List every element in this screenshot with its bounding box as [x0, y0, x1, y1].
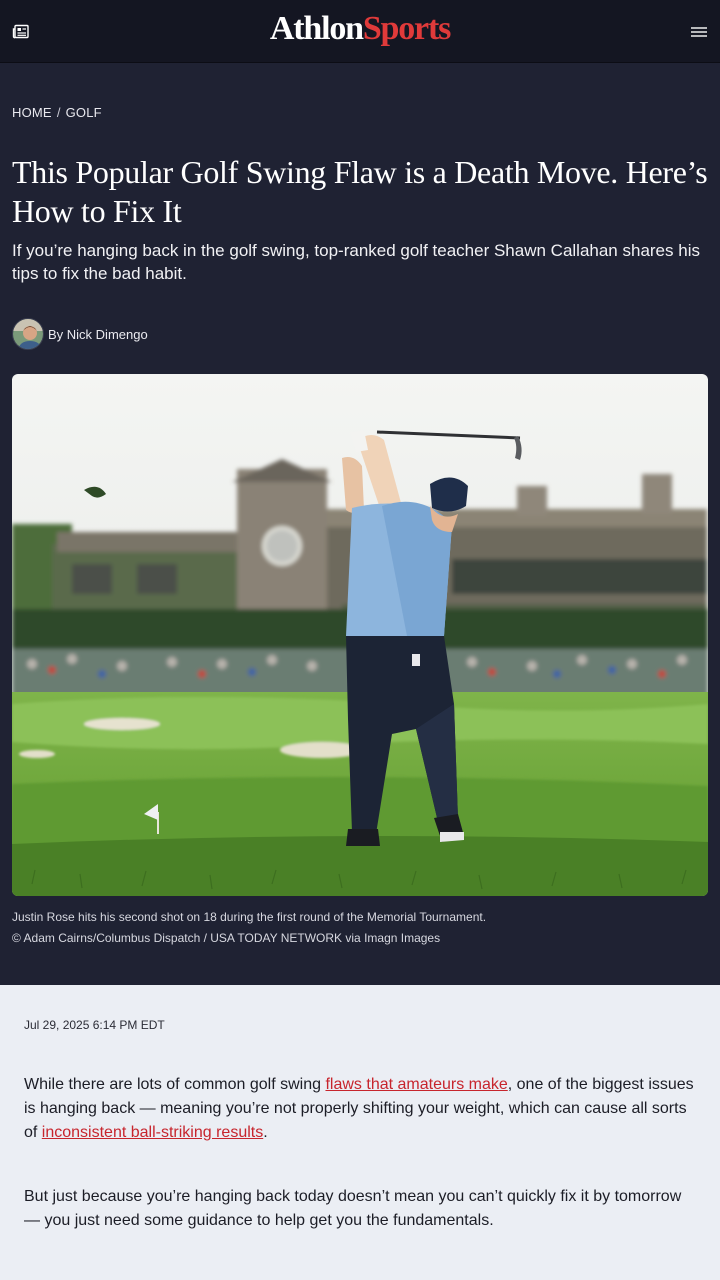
- article-hero: HOME / GOLF This Popular Golf Swing Flaw i…: [0, 63, 720, 985]
- caption-text: Justin Rose hits his second shot on 18 d…: [12, 910, 487, 924]
- site-logo[interactable]: AthlonSports: [0, 10, 720, 48]
- article-subtitle: If you’re hanging back in the golf swing…: [12, 241, 700, 283]
- logo-athlon: Athlon: [269, 10, 364, 47]
- author-avatar[interactable]: [12, 318, 44, 350]
- author-byline: By Nick Dimengo: [12, 318, 148, 350]
- article-title: This Popular Golf Swing Flaw is a Death …: [12, 154, 708, 229]
- hamburger-menu-icon[interactable]: [690, 25, 708, 39]
- top-navigation-bar: AthlonSports: [0, 0, 720, 63]
- logo-sports: Sports: [362, 10, 451, 47]
- link-inconsistent-ball-striking[interactable]: inconsistent ball-striking results: [42, 1124, 263, 1141]
- paragraph-1-text-end: .: [263, 1124, 268, 1141]
- publish-date: Jul 29, 2025 6:14 PM EDT: [24, 1018, 165, 1032]
- paragraph-2: But just because you’re hanging back tod…: [24, 1188, 682, 1229]
- breadcrumb-home[interactable]: HOME: [12, 105, 52, 120]
- hero-photo: [12, 374, 708, 896]
- paragraph-1: While there are lots of common golf swin…: [24, 1073, 696, 1145]
- photo-credit: © Adam Cairns/Columbus Dispatch / USA TO…: [12, 931, 441, 945]
- breadcrumb-golf[interactable]: GOLF: [66, 105, 102, 120]
- article-body: Jul 29, 2025 6:14 PM EDT While there are…: [0, 985, 720, 1280]
- paragraph-1-text-start: While there are lots of common golf swin…: [24, 1076, 326, 1093]
- link-flaws-amateurs-make[interactable]: flaws that amateurs make: [325, 1076, 507, 1093]
- author-name[interactable]: By Nick Dimengo: [48, 327, 148, 342]
- breadcrumb-separator: /: [56, 105, 61, 120]
- breadcrumb: HOME / GOLF: [12, 105, 102, 120]
- photo-caption: Justin Rose hits his second shot on 18 d…: [12, 907, 708, 949]
